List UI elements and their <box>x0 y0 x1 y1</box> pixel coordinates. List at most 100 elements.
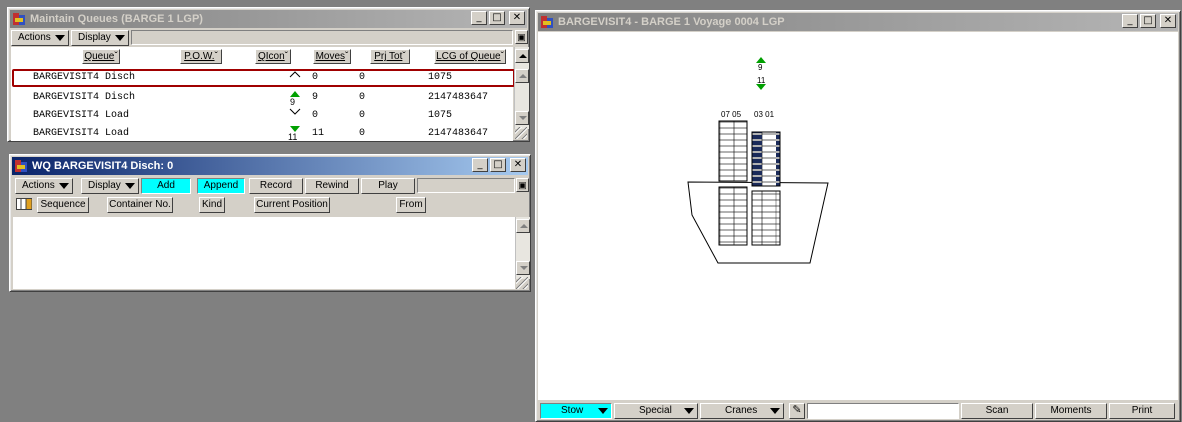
column-header-moves[interactable]: Movesˇ <box>313 49 351 64</box>
qicon-count: 11 <box>288 132 298 142</box>
display-label: Display <box>78 32 111 43</box>
scroll-top-button[interactable] <box>515 49 529 63</box>
minimize-button[interactable]: _ <box>472 158 488 172</box>
column-header-from[interactable]: From <box>396 197 426 213</box>
maintain-queues-titlebar[interactable]: Maintain Queues (BARGE 1 LGP) _ □ ✕ <box>10 10 527 28</box>
column-header-lcg[interactable]: LCG of Queueˇ <box>434 49 506 64</box>
chevron-up-icon <box>289 71 301 78</box>
chevron-down-icon <box>684 408 694 414</box>
triangle-up-icon <box>520 224 528 228</box>
column-header-qicon[interactable]: QIconˇ <box>255 49 291 64</box>
restore-icon[interactable]: ▣ <box>515 30 528 44</box>
pencil-icon[interactable]: ✎ <box>789 403 805 419</box>
minimize-button[interactable]: _ <box>471 11 487 25</box>
maximize-button[interactable]: □ <box>489 11 505 25</box>
discharge-marker[interactable]: 9 <box>756 57 766 72</box>
queue-row[interactable]: BARGEVISIT4 Disch 0 0 1075 <box>12 69 515 87</box>
column-chooser-icon[interactable] <box>16 198 32 210</box>
barge-view-window: BARGEVISIT4 - BARGE 1 Voyage 0004 LGP _ … <box>535 10 1181 422</box>
column-header-kind[interactable]: Kind <box>199 197 225 213</box>
queue-row[interactable]: BARGEVISIT4 Load 0 0 1075 <box>19 107 523 125</box>
column-label: Queue <box>84 51 115 62</box>
special-menu[interactable]: Special <box>614 403 698 419</box>
work-queue-scrollbar[interactable] <box>515 217 530 279</box>
record-button[interactable]: Record <box>249 178 303 194</box>
minimize-button[interactable]: _ <box>1122 14 1138 28</box>
scan-button[interactable]: Scan <box>961 403 1033 419</box>
scroll-down-button[interactable] <box>515 111 529 125</box>
column-header-current-position[interactable]: Current Position <box>254 197 330 213</box>
scroll-up-button[interactable] <box>516 219 530 233</box>
cranes-menu[interactable]: Cranes <box>700 403 784 419</box>
column-header-prj-tot[interactable]: Prj Totˇ <box>370 49 410 64</box>
chevron-down-icon <box>115 35 125 41</box>
close-button[interactable]: ✕ <box>1160 14 1176 28</box>
queue-name: BARGEVISIT4 Disch <box>33 92 136 103</box>
bay-label-aft: 07 05 <box>721 110 742 119</box>
actions-menu[interactable]: Actions <box>15 178 73 194</box>
prj-tot-value: 0 <box>359 110 366 121</box>
lcg-value: 2147483647 <box>428 92 489 103</box>
barge-view-toolbar: Stow Special Cranes ✎ Scan Moments Print <box>538 401 1178 421</box>
restore-icon[interactable]: ▣ <box>516 178 529 192</box>
bay-label-fwd: 03 01 <box>754 110 775 119</box>
column-label: LCG of Queue <box>436 51 501 62</box>
triangle-down-icon <box>756 84 766 90</box>
prj-tot-value: 0 <box>359 92 366 103</box>
scroll-up-button[interactable] <box>515 69 529 83</box>
toolbar-field <box>417 178 515 193</box>
chevron-down-icon <box>59 183 69 189</box>
lcg-value: 1075 <box>428 110 453 121</box>
chevron-down-icon <box>289 108 301 115</box>
queue-name: BARGEVISIT4 Load <box>33 110 130 121</box>
maximize-button[interactable]: □ <box>1140 14 1156 28</box>
bay-03-01-hold[interactable] <box>751 190 781 246</box>
command-input[interactable] <box>807 403 959 419</box>
append-button[interactable]: Append <box>197 178 245 194</box>
moments-button[interactable]: Moments <box>1035 403 1107 419</box>
window-title: Maintain Queues (BARGE 1 LGP) <box>30 13 203 25</box>
column-header-queue[interactable]: Queueˇ <box>82 49 120 64</box>
column-label: Moves <box>315 51 346 62</box>
close-button[interactable]: ✕ <box>510 158 526 172</box>
queues-scrollbar[interactable] <box>514 47 529 129</box>
add-button[interactable]: Add <box>141 178 191 194</box>
moves-value: 0 <box>312 110 319 121</box>
resize-grip[interactable] <box>515 127 527 139</box>
actions-label: Actions <box>22 180 55 191</box>
prj-tot-value: 0 <box>359 128 366 139</box>
queue-row[interactable]: BARGEVISIT4 Disch 9 9 0 2147483647 <box>19 89 523 107</box>
moves-value: 0 <box>312 72 319 83</box>
scroll-down-button[interactable] <box>516 261 530 275</box>
maintain-queues-window: Maintain Queues (BARGE 1 LGP) _ □ ✕ Acti… <box>7 7 530 142</box>
queue-row[interactable]: BARGEVISIT4 Load 11 11 0 2147483647 <box>19 125 523 143</box>
bay-03-01-deck[interactable] <box>751 131 781 187</box>
barge-view-titlebar[interactable]: BARGEVISIT4 - BARGE 1 Voyage 0004 LGP _ … <box>538 13 1178 31</box>
maximize-button[interactable]: □ <box>490 158 506 172</box>
bay-07-05-deck[interactable] <box>718 120 748 182</box>
display-menu[interactable]: Display <box>71 30 129 46</box>
bay-07-05-hold[interactable] <box>718 186 748 246</box>
barge-canvas[interactable]: 9 11 07 05 03 01 <box>538 32 1178 400</box>
close-button[interactable]: ✕ <box>509 11 525 25</box>
resize-grip[interactable] <box>516 277 528 289</box>
app-icon <box>12 12 26 26</box>
actions-label: Actions <box>18 32 51 43</box>
cranes-label: Cranes <box>725 405 758 416</box>
app-icon <box>14 159 28 173</box>
moves-value: 9 <box>312 92 319 103</box>
rewind-button[interactable]: Rewind <box>305 178 359 194</box>
play-button[interactable]: Play <box>361 178 415 194</box>
column-header-pow[interactable]: P.O.W.ˇ <box>180 49 222 64</box>
load-marker[interactable]: 11 <box>756 76 766 90</box>
column-header-container-no[interactable]: Container No. <box>107 197 173 213</box>
print-button[interactable]: Print <box>1109 403 1175 419</box>
stow-menu[interactable]: Stow <box>540 403 612 419</box>
barge-drawing: 9 11 07 05 03 01 <box>687 57 829 264</box>
display-menu[interactable]: Display <box>81 178 139 194</box>
lcg-value: 2147483647 <box>428 128 489 139</box>
actions-menu[interactable]: Actions <box>11 30 69 46</box>
column-header-sequence[interactable]: Sequence <box>37 197 89 213</box>
work-queue-titlebar[interactable]: WQ BARGEVISIT4 Disch: 0 _ □ ✕ <box>12 157 528 175</box>
prj-tot-value: 0 <box>359 72 366 83</box>
